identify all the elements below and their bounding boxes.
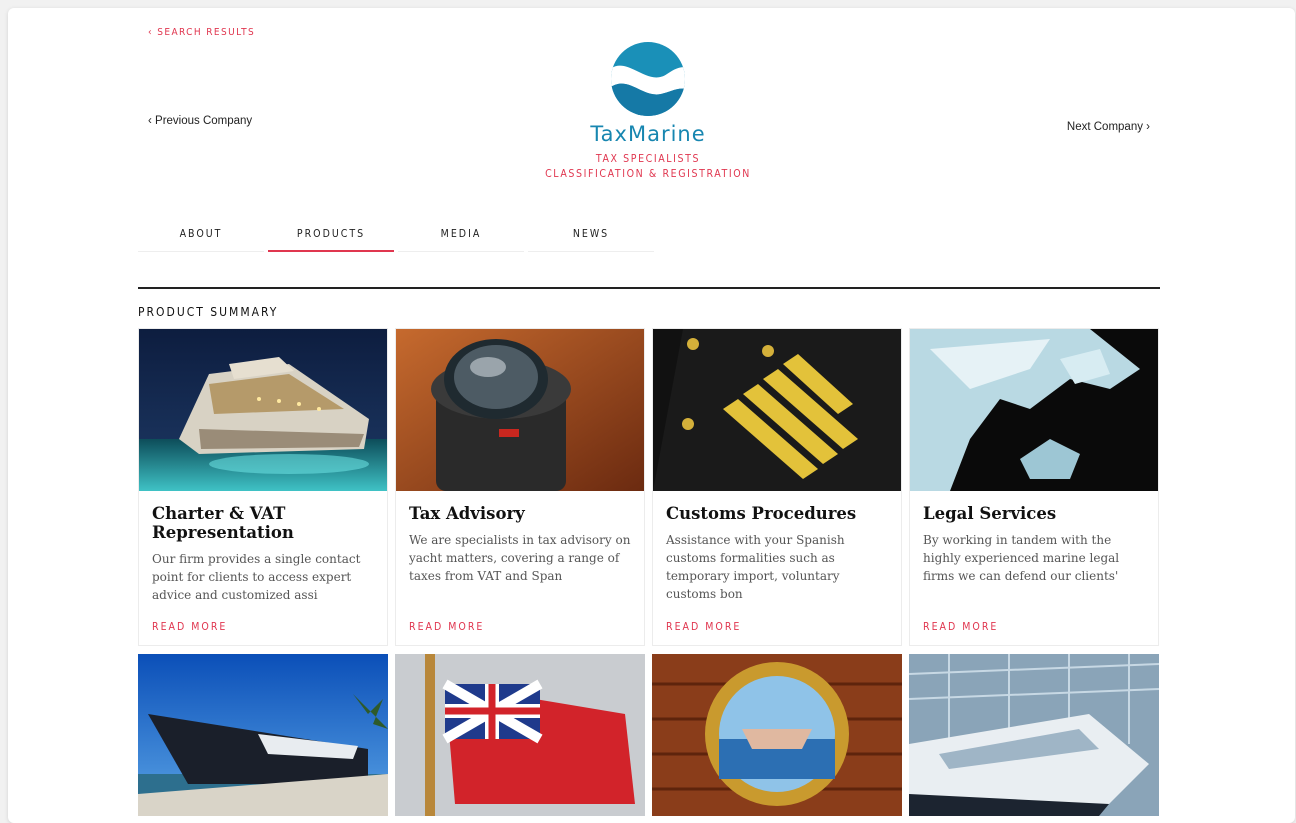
section-title: PRODUCT SUMMARY	[138, 305, 279, 319]
wave-logo-icon	[611, 42, 685, 116]
read-more-link[interactable]: READ MORE	[923, 621, 998, 633]
next-company-link[interactable]: Next Company ›	[1067, 121, 1150, 133]
company-brand: TaxMarine	[548, 40, 748, 146]
product-description: Our firm provides a single contact point…	[152, 552, 361, 602]
porthole-handshake-image[interactable]	[652, 654, 902, 816]
tab-news[interactable]: NEWS	[528, 222, 654, 252]
product-title[interactable]: Legal Services	[923, 504, 1145, 523]
product-card[interactable]: Legal Services By working in tandem with…	[909, 328, 1159, 646]
tagline-line-1: TAX SPECIALISTS	[595, 153, 701, 165]
read-more-link[interactable]: READ MORE	[409, 621, 484, 633]
section-divider	[138, 287, 1160, 289]
read-more-link[interactable]: READ MORE	[666, 621, 741, 633]
product-title[interactable]: Tax Advisory	[409, 504, 631, 523]
read-more-link[interactable]: READ MORE	[152, 621, 227, 633]
company-tagline: TAX SPECIALISTS CLASSIFICATION & REGISTR…	[498, 152, 798, 182]
product-description: We are specialists in tax advisory on ya…	[409, 533, 631, 583]
product-card[interactable]	[652, 654, 902, 820]
product-grid: Charter & VAT Representation Our firm pr…	[138, 328, 1160, 820]
previous-company-link[interactable]: ‹ Previous Company	[148, 115, 252, 127]
glass-sculpture-image[interactable]	[910, 329, 1158, 491]
product-card[interactable]	[909, 654, 1159, 820]
tab-media[interactable]: MEDIA	[398, 222, 524, 252]
company-tabs: ABOUT PRODUCTS MEDIA NEWS	[138, 222, 658, 252]
yacht-hangar-image[interactable]	[909, 654, 1159, 816]
company-name: TaxMarine	[590, 122, 706, 146]
product-description: By working in tandem with the highly exp…	[923, 533, 1120, 583]
page-frame: ‹ SEARCH RESULTS ‹ Previous Company Next…	[8, 8, 1295, 823]
tab-about[interactable]: ABOUT	[138, 222, 264, 252]
compass-image[interactable]	[396, 329, 644, 491]
yacht-dock-image[interactable]	[138, 654, 388, 816]
product-card[interactable]: Tax Advisory We are specialists in tax a…	[395, 328, 645, 646]
product-card[interactable]	[395, 654, 645, 820]
product-title[interactable]: Charter & VAT Representation	[152, 504, 374, 542]
tab-products[interactable]: PRODUCTS	[268, 222, 394, 252]
tagline-line-2: CLASSIFICATION & REGISTRATION	[545, 168, 751, 180]
captain-epaulette-image[interactable]	[653, 329, 901, 491]
product-card[interactable]: Charter & VAT Representation Our firm pr…	[138, 328, 388, 646]
red-ensign-flag-image[interactable]	[395, 654, 645, 816]
product-card[interactable]	[138, 654, 388, 820]
product-description: Assistance with your Spanish customs for…	[666, 533, 845, 601]
search-results-link[interactable]: ‹ SEARCH RESULTS	[148, 27, 255, 38]
yacht-night-image[interactable]	[139, 329, 387, 491]
product-card[interactable]: Customs Procedures Assistance with your …	[652, 328, 902, 646]
product-title[interactable]: Customs Procedures	[666, 504, 888, 523]
